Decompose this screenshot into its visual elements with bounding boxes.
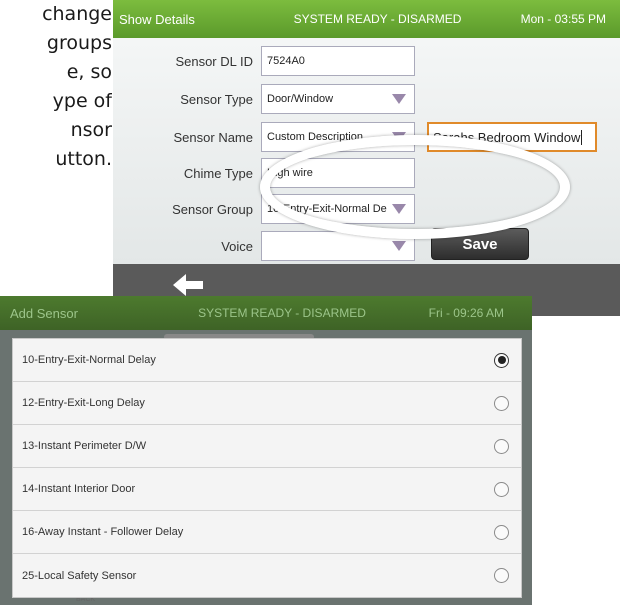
list-item[interactable]: 12-Entry-Exit-Long Delay xyxy=(13,382,521,425)
highlight-ellipse xyxy=(260,135,570,239)
radio-icon[interactable] xyxy=(494,395,509,411)
sensor-name-label: Sensor Name xyxy=(173,129,253,145)
clock: Fri - 09:26 AM xyxy=(428,306,504,320)
list-item[interactable]: 16-Away Instant - Follower Delay xyxy=(13,511,521,554)
group-option-label: 10-Entry-Exit-Normal Delay xyxy=(22,354,156,366)
voice-label: Voice xyxy=(221,238,253,254)
list-item[interactable]: 25-Local Safety Sensor xyxy=(13,554,521,597)
radio-selected-icon[interactable] xyxy=(494,352,509,368)
show-details-header: Show Details SYSTEM READY - DISARMED Mon… xyxy=(113,0,620,38)
radio-icon[interactable] xyxy=(494,524,509,540)
system-status: SYSTEM READY - DISARMED xyxy=(198,306,366,320)
dropdown-arrow-icon xyxy=(392,94,406,104)
list-item[interactable]: 10-Entry-Exit-Normal Delay xyxy=(13,339,521,382)
radio-icon[interactable] xyxy=(494,438,509,454)
tutorial-line: nsor xyxy=(70,119,112,141)
radio-dot xyxy=(497,356,506,364)
radio-icon[interactable] xyxy=(494,568,509,583)
radio-icon[interactable] xyxy=(494,481,509,497)
group-option-label: 25-Local Safety Sensor xyxy=(22,569,137,582)
add-sensor-screen: Add Sensor SYSTEM READY - DISARMED Fri -… xyxy=(0,296,532,605)
tutorial-line: groups xyxy=(46,32,112,54)
dl-id-value: 7524A0 xyxy=(267,55,305,67)
sensor-group-list: 10-Entry-Exit-Normal Delay 12-Entry-Exit… xyxy=(12,338,522,598)
add-sensor-header: Add Sensor SYSTEM READY - DISARMED Fri -… xyxy=(0,296,532,330)
group-option-label: 13-Instant Perimeter D/W xyxy=(22,440,147,452)
field-row-dl-id: Sensor DL ID 7524A0 xyxy=(113,46,415,76)
sensor-type-dropdown[interactable]: Door/Window xyxy=(261,84,415,114)
group-option-label: 12-Entry-Exit-Long Delay xyxy=(22,397,145,409)
show-details-screen: Show Details SYSTEM READY - DISARMED Mon… xyxy=(113,0,620,316)
list-item[interactable]: 14-Instant Interior Door xyxy=(13,468,521,511)
screen-title: Show Details xyxy=(119,11,195,27)
dl-id-field[interactable]: 7524A0 xyxy=(261,46,415,76)
list-item[interactable]: 13-Instant Perimeter D/W xyxy=(13,425,521,468)
clock: Mon - 03:55 PM xyxy=(520,12,606,26)
sensor-type-label: Sensor Type xyxy=(180,91,253,107)
tutorial-line: e, so xyxy=(66,61,112,83)
text-cursor xyxy=(581,129,583,145)
sensor-type-value: Door/Window xyxy=(267,93,334,105)
tutorial-line: change xyxy=(42,3,112,25)
sensor-group-label: Sensor Group xyxy=(172,201,253,217)
tutorial-line: ype of xyxy=(52,90,112,112)
tutorial-line: utton. xyxy=(55,148,112,170)
group-option-label: 14-Instant Interior Door xyxy=(22,483,136,495)
dl-id-label: Sensor DL ID xyxy=(175,53,253,69)
chime-type-label: Chime Type xyxy=(183,165,253,181)
group-option-label: 16-Away Instant - Follower Delay xyxy=(22,526,184,538)
system-status: SYSTEM READY - DISARMED xyxy=(293,12,462,26)
field-row-type: Sensor Type Door/Window xyxy=(113,84,415,114)
back-arrow-icon[interactable] xyxy=(173,272,205,298)
tutorial-text: change groups e, so ype of nsor utton. xyxy=(0,0,112,200)
screen-title: Add Sensor xyxy=(10,305,78,321)
dropdown-arrow-icon xyxy=(392,241,406,251)
